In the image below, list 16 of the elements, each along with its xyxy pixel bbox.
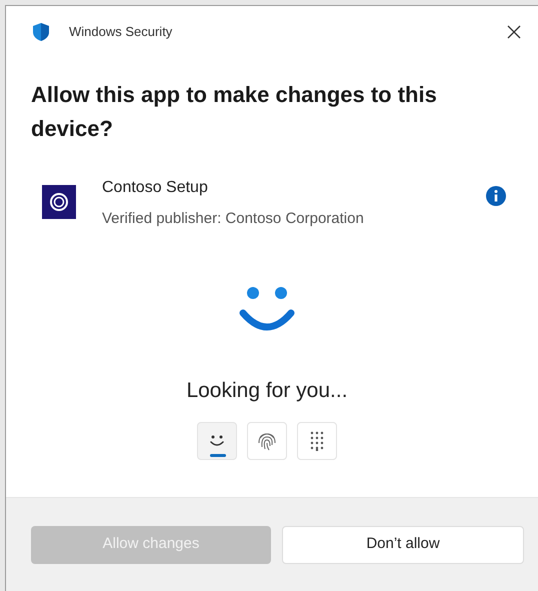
deny-button[interactable]: Don’t allow bbox=[282, 526, 524, 564]
keypad-icon bbox=[310, 431, 324, 451]
info-icon[interactable] bbox=[486, 186, 506, 206]
sign-in-option[interactable] bbox=[197, 422, 237, 460]
sign-in-option[interactable] bbox=[247, 422, 287, 460]
ring-icon bbox=[48, 191, 70, 213]
smiley-icon bbox=[208, 433, 226, 449]
app-name: Contoso Setup bbox=[102, 178, 209, 198]
window-title: Windows Security bbox=[69, 23, 172, 42]
publisher-text: Verified publisher: Contoso Corporation bbox=[102, 209, 364, 229]
smiley-icon bbox=[238, 284, 296, 330]
shield-icon bbox=[31, 22, 51, 42]
dialog-heading: Allow this app to make changes to this device? bbox=[30, 81, 438, 143]
close-icon bbox=[507, 25, 521, 39]
sign-in-option[interactable] bbox=[297, 422, 337, 460]
status-text: Looking for you... bbox=[186, 378, 348, 404]
